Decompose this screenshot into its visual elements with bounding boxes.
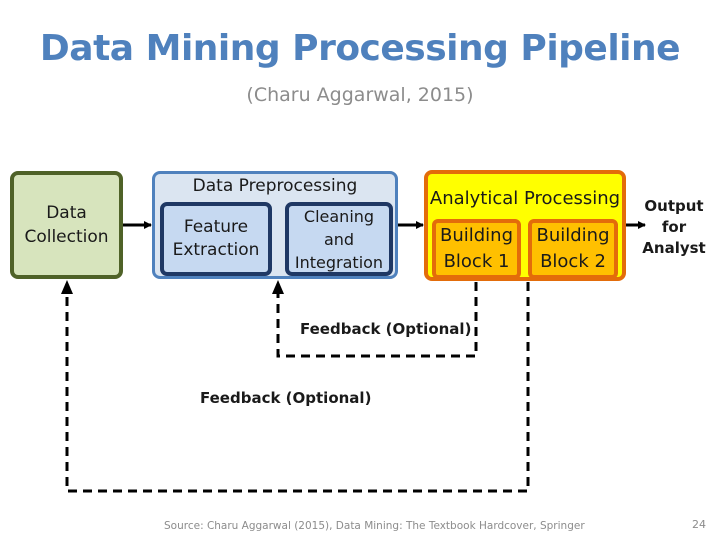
page-number: 24 <box>692 518 706 531</box>
data-collection-line2: Collection <box>24 227 109 247</box>
feature-extraction-box: Feature Extraction <box>160 202 272 276</box>
data-preprocessing-label: Data Preprocessing <box>192 176 358 196</box>
building-block-1-line2: Block 1 <box>443 251 510 272</box>
building-block-2: Building Block 2 <box>528 219 618 279</box>
output-line3: Analyst <box>642 239 706 257</box>
analytical-processing-label: Analytical Processing <box>429 188 621 209</box>
cleaning-integration-box: Cleaning and Integration <box>285 202 393 276</box>
source-citation: Source: Charu Aggarwal (2015), Data Mini… <box>164 520 585 532</box>
feedback-inner-path <box>276 282 478 358</box>
feedback-inner-arrowhead <box>272 280 284 294</box>
feature-extraction-line2: Extraction <box>172 240 260 260</box>
building-block-1-line1: Building <box>439 225 514 246</box>
feedback-outer-path <box>65 282 530 493</box>
data-collection-line1: Data <box>46 203 87 223</box>
output-for-analyst-label: Output for Analyst <box>638 196 710 259</box>
cleaning-line3: Integration <box>294 252 384 272</box>
feedback-outer-arrowhead <box>61 280 73 294</box>
cleaning-line1: Cleaning <box>303 206 375 226</box>
building-block-2-line2: Block 2 <box>540 251 606 272</box>
building-block-1: Building Block 1 <box>432 219 521 279</box>
feedback-inner-label: Feedback (Optional) <box>300 320 472 338</box>
cleaning-line2: and <box>323 229 355 249</box>
output-line1: Output <box>644 197 704 215</box>
building-block-2-line1: Building <box>536 225 610 246</box>
feedback-outer-label: Feedback (Optional) <box>200 389 372 407</box>
output-line2: for <box>661 218 687 236</box>
data-collection-box: Data Collection <box>10 171 123 279</box>
feature-extraction-line1: Feature <box>183 217 249 237</box>
